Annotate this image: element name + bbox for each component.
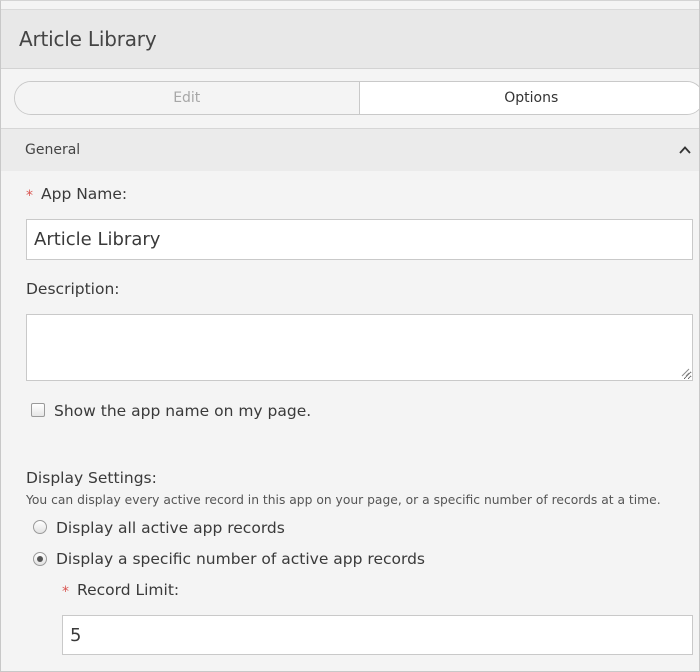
resize-grip-icon[interactable]	[680, 367, 690, 377]
panel-header: Article Library	[1, 9, 699, 69]
display-specific-label: Display a specific number of active app …	[56, 550, 425, 568]
chevron-up-icon[interactable]	[679, 145, 691, 155]
tab-bar: Edit Options	[14, 81, 699, 115]
display-settings-label: Display Settings:	[26, 469, 157, 487]
tab-edit[interactable]: Edit	[15, 82, 360, 114]
app-options-panel: Article Library Edit Options General * A…	[0, 0, 700, 672]
required-marker: *	[62, 584, 69, 600]
app-name-input[interactable]	[26, 219, 693, 260]
description-textarea[interactable]	[26, 314, 693, 381]
display-all-label: Display all active app records	[56, 519, 285, 537]
section-header-general[interactable]: General	[1, 129, 699, 171]
section-title: General	[25, 142, 81, 158]
radio-selected-dot	[37, 556, 43, 562]
radio-display-all[interactable]	[33, 520, 47, 534]
radio-display-specific[interactable]	[33, 552, 47, 566]
show-app-name-label: Show the app name on my page.	[54, 402, 312, 420]
page-title: Article Library	[19, 27, 157, 51]
required-marker: *	[26, 188, 33, 204]
app-name-label: App Name:	[41, 185, 128, 203]
record-limit-input[interactable]	[62, 615, 693, 655]
show-app-name-checkbox[interactable]	[31, 403, 45, 417]
tab-options[interactable]: Options	[359, 82, 699, 114]
description-label: Description:	[26, 280, 120, 298]
display-settings-helper: You can display every active record in t…	[26, 493, 661, 507]
record-limit-label: Record Limit:	[77, 581, 180, 599]
